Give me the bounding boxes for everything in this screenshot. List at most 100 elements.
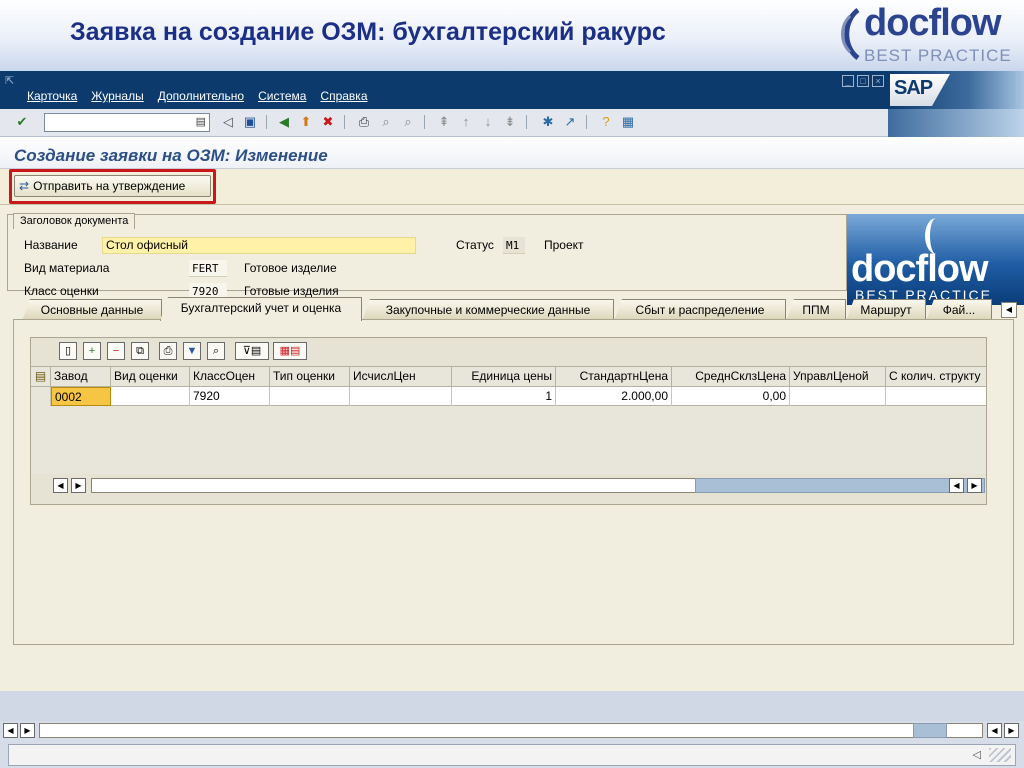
find-grid-icon[interactable]: ⌕ — [207, 342, 225, 360]
cell-valuation-category[interactable] — [270, 387, 350, 406]
tab-basic-data[interactable]: Основные данные — [22, 299, 162, 321]
send-for-approval-button[interactable]: ⇄ Отправить на утверждение — [14, 175, 211, 197]
slide-header: Заявка на создание ОЗМ: бухгалтерский ра… — [0, 0, 1024, 71]
tab-accounting[interactable]: Бухгалтерский учет и оценка — [160, 297, 362, 321]
column-header[interactable]: СреднСклзЦена — [672, 367, 790, 387]
first-page-icon[interactable]: ⇞ — [436, 114, 452, 130]
toolbar-separator — [586, 115, 587, 129]
status-area: ◀ ▶ ◀ ▶ ◁ — [0, 691, 1024, 768]
sap-window: ⇱ Карточка Журналы Дополнительно Система… — [0, 71, 1024, 768]
minimize-icon[interactable]: _ — [842, 75, 854, 87]
cell-price-control[interactable] — [790, 387, 886, 406]
window-scroll-track[interactable] — [39, 723, 983, 738]
layout-menu-icon[interactable]: ▦ — [620, 114, 636, 130]
cell-plant[interactable]: 0002 — [51, 387, 111, 406]
sort-icon[interactable]: ▼ — [183, 342, 201, 360]
maximize-icon[interactable]: □ — [857, 75, 869, 87]
window-scroll-thumb[interactable] — [913, 723, 947, 738]
docflow-embedded-text: docflow — [851, 248, 989, 290]
tab-files[interactable]: Фай... — [926, 299, 992, 321]
column-header[interactable]: С колич. структу — [886, 367, 986, 387]
cell-valuation-class[interactable]: 7920 — [190, 387, 270, 406]
menu-item-journals[interactable]: Журналы — [91, 89, 143, 103]
check-circle-icon[interactable]: ✔ — [14, 114, 30, 130]
cell-standard-price[interactable]: 2.000,00 — [556, 387, 672, 406]
shortcut-icon[interactable]: ↗ — [562, 114, 578, 130]
command-dropdown-icon[interactable]: ▤ — [196, 115, 206, 128]
command-history-icon[interactable]: ◁ — [220, 114, 236, 130]
print-grid-icon[interactable]: ⎙ — [159, 342, 177, 360]
cell-qty-structure[interactable] — [886, 387, 986, 406]
help-icon[interactable]: ? — [598, 114, 614, 130]
name-field[interactable]: Стол офисный — [102, 237, 416, 254]
select-all-icon[interactable]: ▤ — [31, 367, 51, 387]
menu-item-help[interactable]: Справка — [320, 89, 367, 103]
system-toolbar: ✔ ▤ ◁ ▣ ◀ ⬆ ✖ ⎙ ⌕ ⌕ ⇞ ↑ ↓ ⇟ ✱ ↗ ? ▦ — [0, 109, 1024, 137]
column-header[interactable]: Завод — [51, 367, 111, 387]
column-header[interactable]: Тип оценки — [270, 367, 350, 387]
scroll-left-icon[interactable]: ◀ — [3, 723, 18, 738]
menu-item-system[interactable]: Система — [258, 89, 306, 103]
last-page-icon[interactable]: ⇟ — [502, 114, 518, 130]
save-icon[interactable]: ▣ — [242, 114, 258, 130]
close-icon[interactable]: × — [872, 75, 884, 87]
scroll-right-icon[interactable]: ▶ — [1004, 723, 1019, 738]
row-selector[interactable] — [31, 387, 51, 406]
grid-scroll-thumb[interactable] — [695, 478, 985, 493]
cell-calculated-price[interactable] — [350, 387, 452, 406]
back-arrow-icon[interactable]: ◀ — [276, 114, 292, 130]
scroll-right-icon[interactable]: ▶ — [967, 478, 982, 493]
application-toolbar: ⇄ Отправить на утверждение — [0, 169, 1024, 205]
column-header[interactable]: ИсчислЦен — [350, 367, 452, 387]
resize-grip-icon[interactable] — [989, 748, 1011, 762]
copy-row-icon[interactable]: ⧉ — [131, 342, 149, 360]
scroll-left-icon[interactable]: ◀ — [987, 723, 1002, 738]
tab-sales-distribution[interactable]: Сбыт и распределение — [614, 299, 786, 321]
add-row-icon[interactable]: + — [83, 342, 101, 360]
scroll-right-icon[interactable]: ▶ — [20, 723, 35, 738]
column-header[interactable]: Вид оценки — [111, 367, 190, 387]
window-horizontal-scrollbar[interactable]: ◀ ▶ ◀ ▶ — [3, 723, 1021, 739]
menu-item-extras[interactable]: Дополнительно — [158, 89, 244, 103]
filter-icon[interactable]: ⊽▤ — [235, 342, 269, 360]
status-bar: ◁ — [8, 744, 1016, 766]
exit-icon[interactable]: ⬆ — [298, 114, 314, 130]
column-header[interactable]: УправлЦеной — [790, 367, 886, 387]
tab-purchasing[interactable]: Закупочные и коммерческие данные — [362, 299, 614, 321]
cell-valuation-type[interactable] — [111, 387, 190, 406]
menu-item-card[interactable]: Карточка — [27, 89, 77, 103]
cell-moving-price[interactable]: 0,00 — [672, 387, 790, 406]
command-field[interactable]: ▤ — [44, 113, 210, 132]
scroll-left-icon[interactable]: ◀ — [949, 478, 964, 493]
scroll-right-icon[interactable]: ▶ — [71, 478, 86, 493]
toolbar-separator — [424, 115, 425, 129]
toolbar-separator — [526, 115, 527, 129]
column-header[interactable]: КлассОцен — [190, 367, 270, 387]
toolbar-separator — [344, 115, 345, 129]
find-next-icon[interactable]: ⌕ — [400, 114, 416, 130]
delete-row-icon[interactable]: − — [107, 342, 125, 360]
cell-price-unit[interactable]: 1 — [452, 387, 556, 406]
toolbar-separator — [266, 115, 267, 129]
grid-horizontal-scrollbar[interactable]: ◀ ▶ ◀ ▶ — [53, 478, 986, 494]
status-toggle-icon[interactable]: ◁ — [973, 748, 981, 761]
new-session-icon[interactable]: ✱ — [540, 114, 556, 130]
details-icon[interactable]: ▯ — [59, 342, 77, 360]
cancel-icon[interactable]: ✖ — [320, 114, 336, 130]
layout-icon[interactable]: ▦▤ — [273, 342, 307, 360]
scroll-left-icon[interactable]: ◀ — [53, 478, 68, 493]
column-header[interactable]: Единица цены — [452, 367, 556, 387]
column-header[interactable]: СтандартнЦена — [556, 367, 672, 387]
material-type-field[interactable]: FERT — [189, 260, 227, 277]
tab-route[interactable]: Маршрут — [846, 299, 926, 321]
print-icon[interactable]: ⎙ — [356, 114, 372, 130]
tab-ppm[interactable]: ППМ — [786, 299, 846, 321]
find-icon[interactable]: ⌕ — [378, 114, 394, 130]
previous-page-icon[interactable]: ↑ — [458, 114, 474, 130]
docflow-logo-text: docflow — [864, 2, 1002, 44]
tab-scroll-left-icon[interactable]: ◀ — [1001, 302, 1017, 318]
sap-logo-text: SAP — [894, 77, 933, 99]
next-page-icon[interactable]: ↓ — [480, 114, 496, 130]
system-menu-icon[interactable]: ⇱ — [5, 74, 14, 87]
toolbar-strip: ✔ ▤ ◁ ▣ ◀ ⬆ ✖ ⎙ ⌕ ⌕ ⇞ ↑ ↓ ⇟ ✱ ↗ ? ▦ — [0, 109, 888, 137]
